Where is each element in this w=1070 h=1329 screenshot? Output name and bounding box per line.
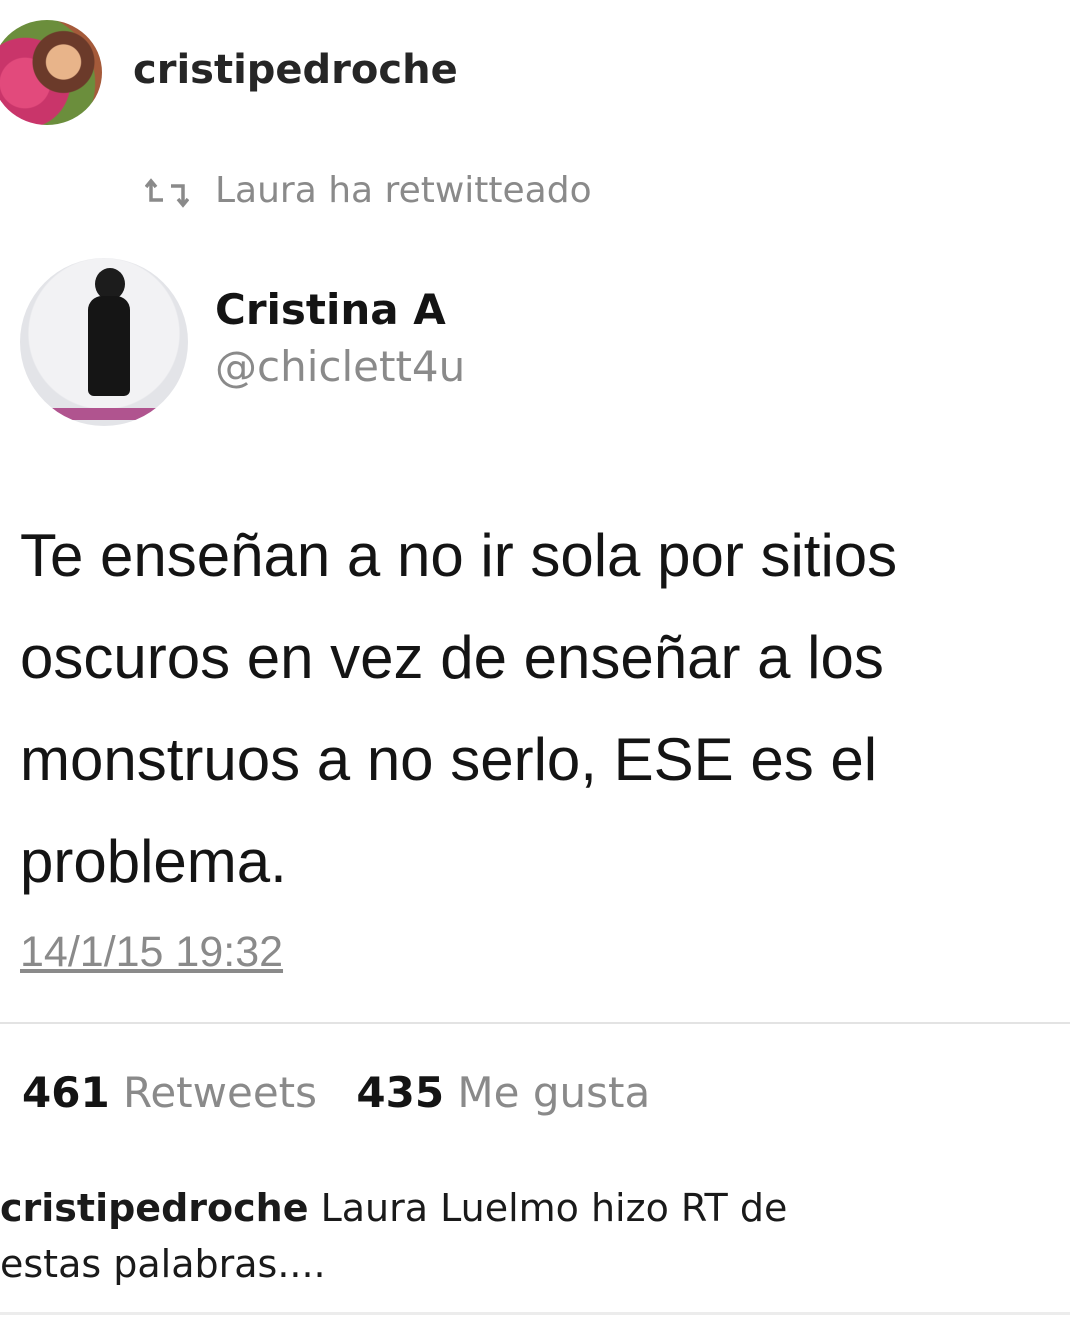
author-display-name[interactable]: Cristina A <box>215 285 446 334</box>
tweet-text: Te enseñan a no ir sola por sitios oscur… <box>20 522 898 895</box>
retweet-label: Laura ha retwitteado <box>215 170 592 211</box>
instagram-post-header: cristipedroche <box>0 0 1070 150</box>
tweet-timestamp[interactable]: 14/1/15 19:32 <box>20 928 283 977</box>
profile-avatar[interactable] <box>0 20 102 125</box>
author-handle[interactable]: @chiclett4u <box>215 342 465 391</box>
likes-count[interactable]: 435 <box>356 1068 444 1117</box>
retweet-icon <box>145 178 189 208</box>
likes-label[interactable]: Me gusta <box>457 1068 650 1117</box>
caption-username[interactable]: cristipedroche <box>0 1186 308 1230</box>
post-username[interactable]: cristipedroche <box>133 47 458 93</box>
retweets-label[interactable]: Retweets <box>123 1068 317 1117</box>
bottom-divider <box>0 1312 1070 1315</box>
post-caption: cristipedroche Laura Luelmo hizo RT de e… <box>0 1180 900 1292</box>
author-avatar[interactable] <box>20 258 188 426</box>
retweets-count[interactable]: 461 <box>22 1068 110 1117</box>
tweet-stats: 461 Retweets 435 Me gusta <box>22 1068 676 1117</box>
divider <box>0 1022 1070 1024</box>
